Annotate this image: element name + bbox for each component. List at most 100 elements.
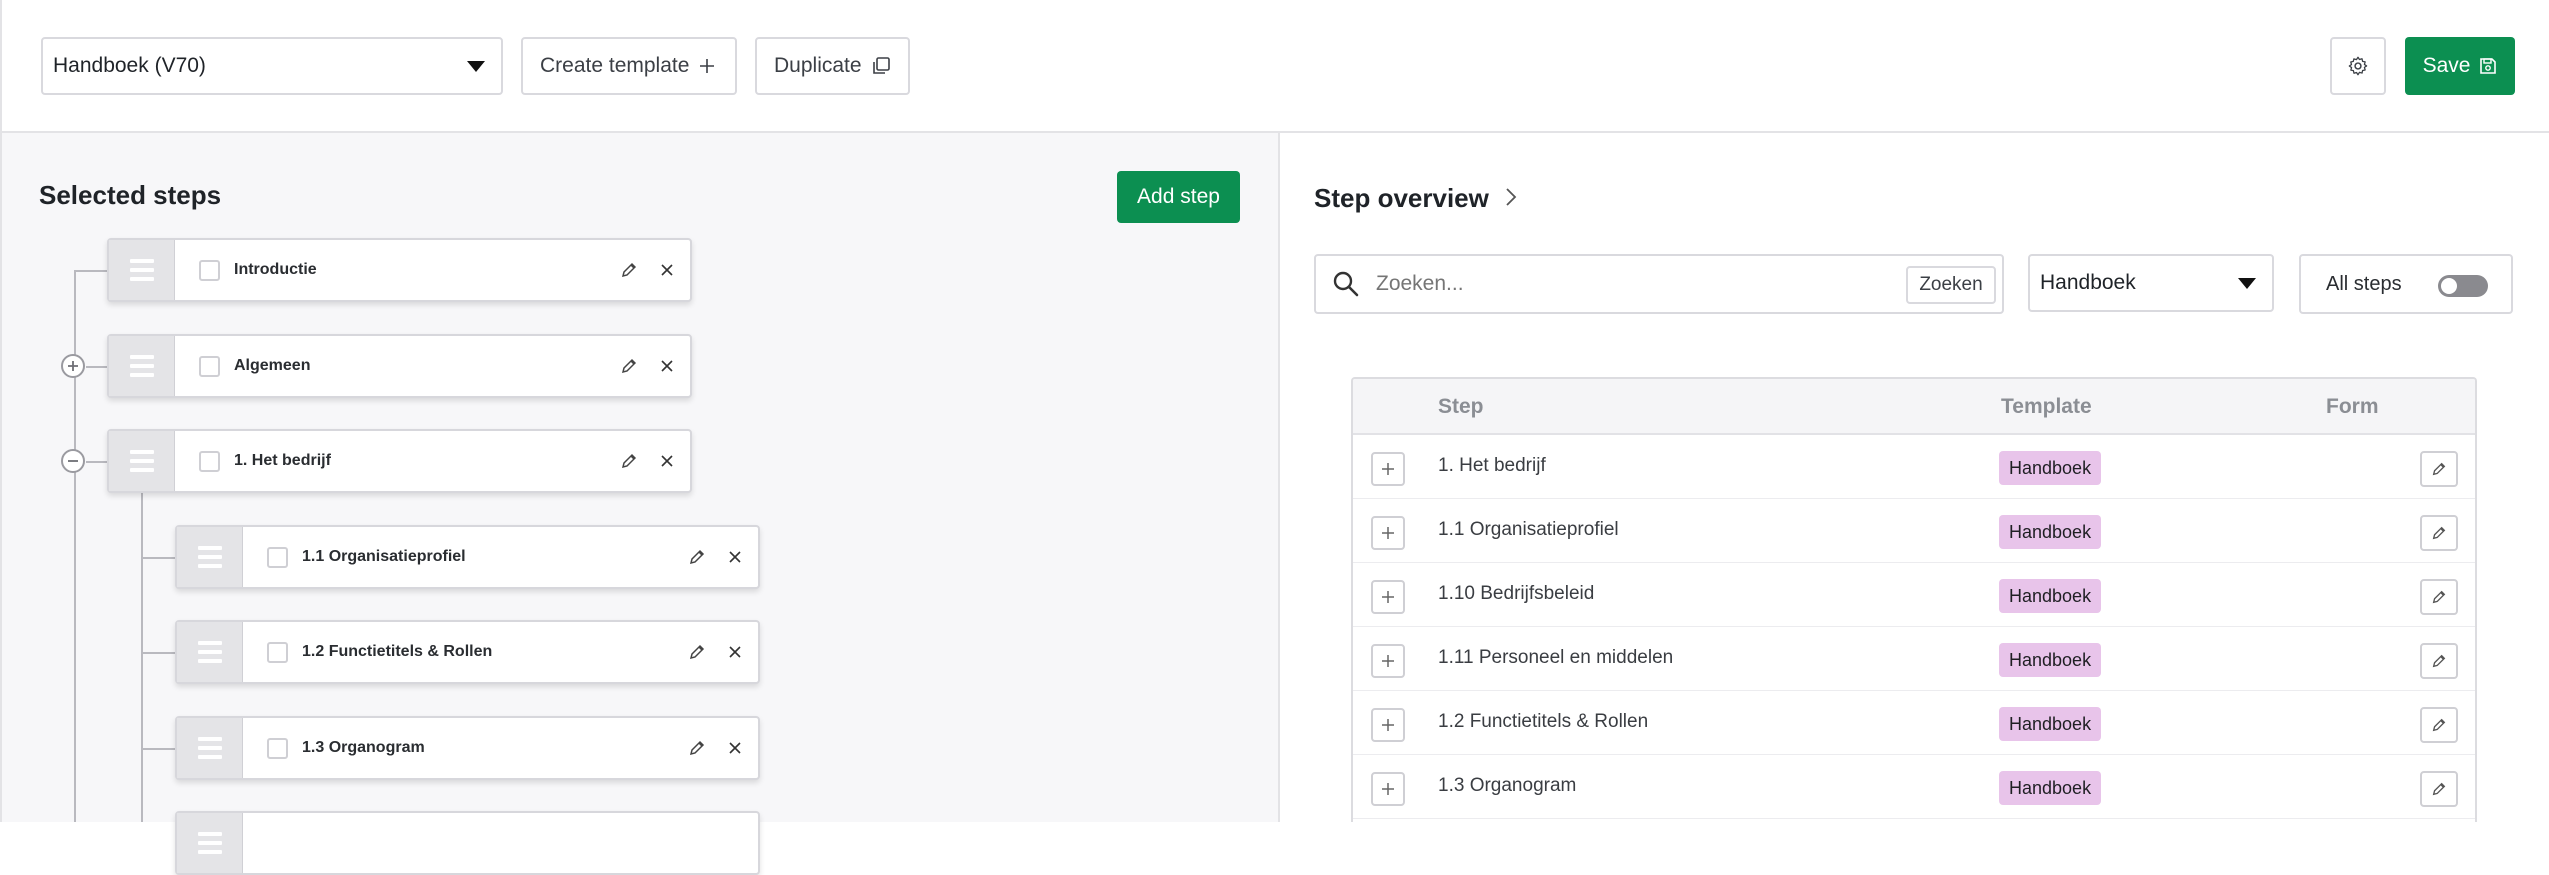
close-icon[interactable]	[720, 637, 750, 667]
pencil-icon[interactable]	[614, 255, 644, 285]
close-icon[interactable]	[720, 733, 750, 763]
add-step-row-button[interactable]	[1371, 644, 1405, 678]
template-badge: Handboek	[1999, 579, 2102, 613]
step-checkbox[interactable]	[199, 450, 220, 472]
edit-form-button[interactable]	[2420, 515, 2458, 551]
step-label: 1.3 Organogram	[302, 739, 425, 756]
table-row: 1.3 Organogram Handboek	[1353, 755, 2475, 819]
plus-icon	[1382, 463, 1394, 475]
drag-handle-icon[interactable]	[109, 336, 175, 396]
table-row: 1.11 Personeel en middelen Handboek	[1353, 627, 2475, 691]
pencil-icon	[2432, 526, 2446, 540]
table-row: 1. Het bedrijf Handboek	[1353, 435, 2475, 499]
drag-handle-icon[interactable]	[109, 240, 175, 300]
step-checkbox[interactable]	[199, 259, 220, 281]
tree-line	[141, 748, 175, 750]
search-button[interactable]: Zoeken	[1906, 266, 1996, 304]
chevron-down-icon	[467, 61, 485, 72]
pencil-icon[interactable]	[682, 733, 712, 763]
edit-form-button[interactable]	[2420, 579, 2458, 615]
copy-icon	[872, 57, 890, 74]
drag-handle-icon[interactable]	[177, 813, 243, 873]
selected-step-item[interactable]: 1. Het bedrijf	[107, 429, 692, 493]
search-icon	[1333, 271, 1359, 297]
add-step-button[interactable]: Add step	[1117, 171, 1240, 223]
all-steps-label: All steps	[2326, 272, 2402, 295]
step-checkbox[interactable]	[267, 737, 288, 759]
selected-step-item[interactable]	[175, 811, 760, 875]
selected-step-item[interactable]: 1.3 Organogram	[175, 716, 760, 780]
pencil-icon	[2432, 590, 2446, 604]
template-select[interactable]: Handboek (V70)	[41, 37, 503, 95]
selected-step-item[interactable]: 1.1 Organisatieprofiel	[175, 525, 760, 589]
add-step-row-button[interactable]	[1371, 516, 1405, 550]
drag-handle-icon[interactable]	[177, 718, 243, 778]
step-checkbox[interactable]	[267, 546, 288, 568]
table-row: 1.10 Bedrijfsbeleid Handboek	[1353, 563, 2475, 627]
add-step-row-button[interactable]	[1371, 580, 1405, 614]
pencil-icon[interactable]	[682, 542, 712, 572]
step-name: 1.3 Organogram	[1438, 775, 1577, 796]
search-box: Zoeken	[1314, 254, 2004, 314]
drag-handle-icon[interactable]	[177, 527, 243, 587]
close-icon[interactable]	[652, 255, 682, 285]
collapse-toggle[interactable]	[61, 449, 85, 473]
template-badge: Handboek	[1999, 771, 2102, 805]
table-row: 1.1 Organisatieprofiel Handboek	[1353, 499, 2475, 563]
close-icon[interactable]	[652, 446, 682, 476]
step-checkbox[interactable]	[199, 355, 220, 377]
selected-step-item[interactable]: Introductie	[107, 238, 692, 302]
chevron-right-icon[interactable]	[1504, 186, 1518, 208]
top-toolbar: Handboek (V70) Create template Duplicate…	[0, 0, 2549, 133]
pencil-icon[interactable]	[614, 446, 644, 476]
create-template-button[interactable]: Create template	[521, 37, 737, 95]
drag-handle-icon[interactable]	[177, 622, 243, 682]
template-select-value: Handboek (V70)	[53, 54, 206, 77]
pencil-icon[interactable]	[614, 351, 644, 381]
tree-line	[141, 557, 175, 559]
edit-form-button[interactable]	[2420, 771, 2458, 807]
add-step-row-button[interactable]	[1371, 772, 1405, 806]
template-filter-value: Handboek	[2040, 271, 2136, 294]
selected-step-item[interactable]: Algemeen	[107, 334, 692, 398]
column-header-step: Step	[1438, 395, 1484, 418]
save-button[interactable]: Save	[2405, 37, 2515, 95]
add-step-row-button[interactable]	[1371, 708, 1405, 742]
tree-line	[141, 652, 175, 654]
step-name: 1.10 Bedrijfsbeleid	[1438, 583, 1595, 604]
add-step-row-button[interactable]	[1371, 452, 1405, 486]
tree-line	[74, 270, 108, 272]
edit-form-button[interactable]	[2420, 451, 2458, 487]
settings-button[interactable]	[2330, 37, 2386, 95]
drag-handle-icon[interactable]	[109, 431, 175, 491]
add-step-label: Add step	[1137, 185, 1220, 208]
tree-line	[74, 270, 76, 822]
create-template-label: Create template	[540, 54, 690, 77]
template-badge: Handboek	[1999, 643, 2102, 677]
plus-icon	[1382, 591, 1394, 603]
duplicate-button[interactable]: Duplicate	[755, 37, 910, 95]
table-header: Step Template Form	[1353, 379, 2475, 435]
step-name: 1.2 Functietitels & Rollen	[1438, 711, 1649, 732]
tree-line	[86, 461, 108, 463]
steps-table: Step Template Form 1. Het bedrijf Handbo…	[1351, 377, 2477, 822]
pencil-icon	[2432, 782, 2446, 796]
step-checkbox[interactable]	[267, 641, 288, 663]
plus-icon	[700, 59, 715, 73]
plus-icon	[1382, 655, 1394, 667]
step-overview-title: Step overview	[1314, 183, 1489, 213]
edit-form-button[interactable]	[2420, 643, 2458, 679]
edit-form-button[interactable]	[2420, 707, 2458, 743]
step-label: Algemeen	[234, 357, 311, 374]
close-icon[interactable]	[652, 351, 682, 381]
all-steps-toggle[interactable]	[2438, 275, 2488, 297]
search-input[interactable]	[1376, 266, 1896, 302]
pencil-icon[interactable]	[682, 637, 712, 667]
expand-toggle[interactable]	[61, 354, 85, 378]
template-filter-select[interactable]: Handboek	[2028, 254, 2274, 312]
selected-step-item[interactable]: 1.2 Functietitels & Rollen	[175, 620, 760, 684]
minus-icon	[68, 460, 78, 462]
step-label: 1. Het bedrijf	[234, 452, 331, 469]
close-icon[interactable]	[720, 542, 750, 572]
column-header-form: Form	[2326, 395, 2379, 418]
